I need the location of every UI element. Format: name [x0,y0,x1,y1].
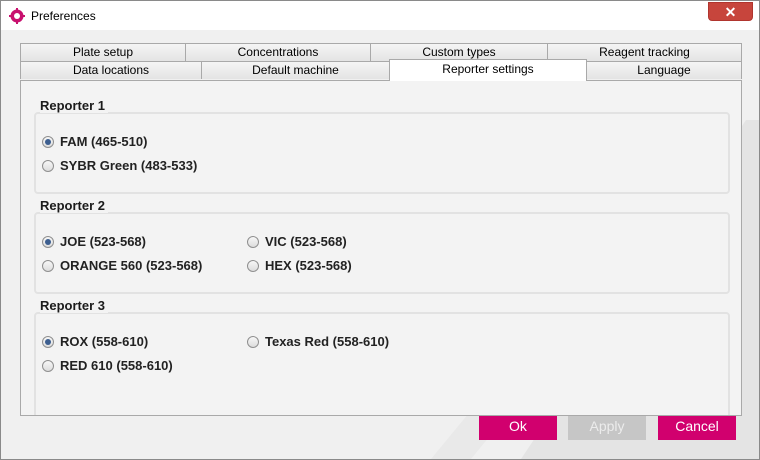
radio-sybr-green[interactable]: SYBR Green (483-533) [42,158,197,173]
radio-indicator[interactable] [42,335,54,348]
reporter-2-label: Reporter 2 [40,198,109,213]
radio-indicator[interactable] [42,235,54,248]
radio-texas-red[interactable]: Texas Red (558-610) [247,334,389,349]
radio-indicator[interactable] [247,235,259,248]
tab-reporter-settings[interactable]: Reporter settings [389,59,587,81]
radio-indicator[interactable] [42,159,54,172]
radio-joe[interactable]: JOE (523-568) [42,234,146,249]
preferences-window: Preferences ✕ Plate setup Concentrations… [0,0,760,460]
radio-label-vic: VIC (523-568) [265,234,347,249]
radio-label-fam: FAM (465-510) [60,134,148,149]
close-button[interactable]: ✕ [708,2,753,21]
radio-label-rox: ROX (558-610) [60,334,149,349]
dialog-body: Plate setup Concentrations Custom types … [1,30,759,459]
reporter-1-group [34,112,730,194]
radio-label-red-610: RED 610 (558-610) [60,358,173,373]
radio-label-hex: HEX (523-568) [265,258,352,273]
radio-label-joe: JOE (523-568) [60,234,146,249]
radio-label-texas-red: Texas Red (558-610) [265,334,390,349]
radio-indicator[interactable] [42,259,54,272]
radio-hex[interactable]: HEX (523-568) [247,258,352,273]
radio-rox[interactable]: ROX (558-610) [42,334,148,349]
reporter-3-label: Reporter 3 [40,298,109,313]
radio-red-610[interactable]: RED 610 (558-610) [42,358,173,373]
apply-button[interactable]: Apply [568,413,646,440]
window-title: Preferences [31,9,96,23]
radio-orange-560[interactable]: ORANGE 560 (523-568) [42,258,202,273]
radio-indicator[interactable] [247,259,259,272]
radio-label-orange-560: ORANGE 560 (523-568) [60,258,203,273]
radio-fam[interactable]: FAM (465-510) [42,134,147,149]
tab-language[interactable]: Language [586,61,742,79]
radio-label-sybr-green: SYBR Green (483-533) [60,158,198,173]
ok-button[interactable]: Ok [479,413,557,440]
radio-vic[interactable]: VIC (523-568) [247,234,347,249]
tab-default-machine[interactable]: Default machine [201,61,390,79]
tab-data-locations[interactable]: Data locations [20,61,202,79]
reporter-1-label: Reporter 1 [40,98,109,113]
title-bar[interactable]: Preferences ✕ [1,1,759,30]
reporter-2-group [34,212,730,294]
radio-indicator[interactable] [42,359,54,372]
reporter-settings-panel: Reporter 1 FAM (465-510) SYBR Green (483… [20,80,742,416]
tab-plate-setup[interactable]: Plate setup [20,43,186,61]
tab-concentrations[interactable]: Concentrations [185,43,371,61]
radio-indicator[interactable] [247,335,259,348]
radio-indicator[interactable] [42,135,54,148]
gear-icon [9,8,25,24]
cancel-button[interactable]: Cancel [658,413,736,440]
